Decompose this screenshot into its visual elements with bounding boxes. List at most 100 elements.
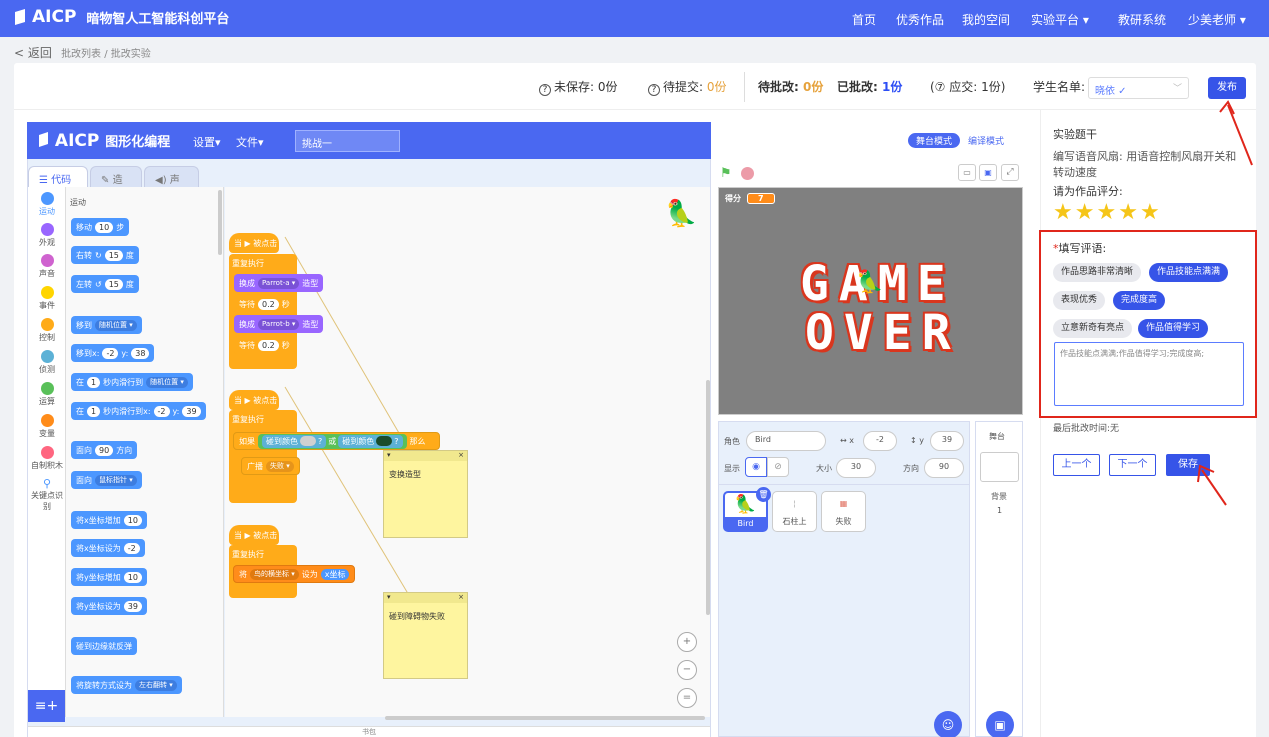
sprite-thumb-pillar[interactable]: ¦ 石柱上	[772, 491, 817, 532]
nav-research[interactable]: 教研系统	[1118, 11, 1166, 28]
comment-note-2[interactable]: ▾ × 碰到障碍物失败	[383, 592, 468, 679]
star-rating[interactable]: ★★★★★	[1053, 200, 1162, 225]
brand-logo[interactable]: AICP 暗物智人工智能科创平台	[14, 7, 229, 27]
brand-subtitle: 暗物智人工智能科创平台	[86, 11, 230, 27]
tab-sound[interactable]: ◀) 声音	[144, 166, 199, 201]
block-change-y[interactable]: 将y坐标增加 10	[71, 568, 147, 586]
category-variables[interactable]: 变量	[28, 414, 66, 439]
block-palette: 运动 移动 10 步 右转 ↻ 15 度 左转 ↺ 15 度 移到 随机位置 ▾ 移到x: -2 y:…	[66, 187, 224, 717]
block-switch-costume-a[interactable]: 换成 Parrot-a ▾ 造型	[234, 274, 324, 292]
comment-chip[interactable]: 作品思路非常清晰	[1053, 263, 1142, 282]
block-set-variable[interactable]: 将鸟的横坐标 ▾ 设为 x坐标	[233, 565, 356, 583]
hat-when-flag-1[interactable]: 当 ▶ 被点击	[229, 233, 279, 253]
block-goto-xy[interactable]: 移到x: -2 y: 38	[71, 344, 155, 362]
block-turn-right[interactable]: 右转 ↻ 15 度	[71, 246, 139, 264]
back-link[interactable]: < 返回	[14, 46, 52, 60]
category-events[interactable]: 事件	[28, 286, 66, 311]
sprite-y-input[interactable]: 39	[930, 431, 964, 451]
star-icon[interactable]: ★	[1075, 200, 1097, 225]
comment-chip-selected[interactable]: 完成度高	[1113, 291, 1166, 310]
hide-eye-icon[interactable]: ⊘	[767, 457, 789, 477]
category-operators[interactable]: 运算	[28, 382, 66, 407]
student-select[interactable]: 晓依 ✓ ﹀	[1088, 77, 1189, 99]
stop-icon[interactable]	[741, 167, 754, 180]
block-glide-xy[interactable]: 在 1 秒内滑行到x: -2 y: 39	[71, 402, 206, 420]
comment-note-1[interactable]: ▾ × 变换造型	[383, 450, 468, 538]
prev-button[interactable]: 上一个	[1053, 454, 1100, 476]
block-set-y[interactable]: 将y坐标设为 39	[71, 597, 147, 615]
settings-menu[interactable]: 设置▾	[193, 134, 221, 150]
star-icon[interactable]: ★	[1096, 200, 1118, 225]
show-eye-icon[interactable]: ◉	[745, 457, 767, 477]
block-broadcast[interactable]: 广播 失败 ▾	[241, 457, 300, 475]
tab-code[interactable]: ☰ 代码	[28, 166, 88, 188]
block-goto[interactable]: 移到 随机位置 ▾	[71, 316, 142, 334]
category-looks[interactable]: 外观	[28, 223, 66, 248]
category-control[interactable]: 控制	[28, 318, 66, 343]
next-button[interactable]: 下一个	[1109, 454, 1156, 476]
hat-when-flag-3[interactable]: 当 ▶ 被点击	[229, 525, 279, 545]
sprite-thumb-fail[interactable]: ▦ 失败	[821, 491, 866, 532]
sprite-size-input[interactable]: 30	[836, 458, 876, 478]
condition-or[interactable]: 碰到颜色? 或 碰到颜色?	[258, 433, 407, 449]
small-stage-icon[interactable]: ▭	[958, 164, 976, 181]
sprite-direction-input[interactable]: 90	[924, 458, 964, 478]
large-stage-icon[interactable]: ▣	[979, 164, 997, 181]
stage-thumbnail[interactable]	[980, 452, 1019, 482]
nav-user-menu[interactable]: 少美老师 ▾	[1188, 11, 1246, 28]
zoom-in-icon[interactable]: +	[677, 632, 697, 652]
category-motion[interactable]: 运动	[28, 192, 66, 217]
block-turn-left[interactable]: 左转 ↺ 15 度	[71, 275, 139, 293]
zoom-out-icon[interactable]: −	[677, 660, 697, 680]
block-wait-1[interactable]: 等待 0.2 秒	[234, 295, 295, 313]
delete-sprite-icon[interactable]: 🗑	[756, 487, 771, 502]
nav-my-space[interactable]: 我的空间	[962, 11, 1010, 28]
extension-icon: ≡+	[34, 698, 59, 714]
green-flag-icon[interactable]: ⚑	[720, 166, 732, 181]
star-icon[interactable]: ★	[1140, 200, 1162, 225]
block-wait-2[interactable]: 等待 0.2 秒	[234, 336, 295, 354]
extension-button[interactable]: ≡+	[28, 690, 65, 722]
hat-when-flag-2[interactable]: 当 ▶ 被点击	[229, 390, 279, 410]
zoom-reset-icon[interactable]: =	[677, 688, 697, 708]
sprite-x-input[interactable]: -2	[863, 431, 897, 451]
palette-title: 运动	[70, 198, 86, 207]
block-rotation-style[interactable]: 将旋转方式设为 左右翻转 ▾	[71, 676, 182, 694]
sprite-name-input[interactable]: Bird	[746, 431, 826, 451]
backpack-bar[interactable]: 书包	[28, 726, 710, 737]
category-sensing[interactable]: 侦测	[28, 350, 66, 375]
edit-mode-button[interactable]: 编译模式	[960, 133, 1012, 148]
star-icon[interactable]: ★	[1118, 200, 1140, 225]
category-sound[interactable]: 声音	[28, 254, 66, 279]
category-my-blocks[interactable]: 自制积木	[28, 446, 66, 471]
add-sprite-icon[interactable]: ☺	[934, 711, 962, 737]
comment-chip[interactable]: 立意新奇有亮点	[1053, 319, 1133, 338]
mode-toggle[interactable]: 舞台模式 编译模式	[906, 131, 1018, 149]
block-point-towards[interactable]: 面向 鼠标指针 ▾	[71, 471, 142, 489]
block-set-x[interactable]: 将x坐标设为 -2	[71, 539, 145, 557]
file-menu[interactable]: 文件▾	[236, 134, 264, 150]
backdrop-label: 背景	[991, 492, 1007, 501]
project-title-input[interactable]: 挑战一	[295, 130, 400, 152]
fullscreen-icon[interactable]: ⤢	[1001, 164, 1019, 181]
tab-costume[interactable]: ✎ 造型	[90, 166, 142, 201]
block-point[interactable]: 面向 90 方向	[71, 441, 138, 459]
category-keypoint[interactable]: ⚲ 关键点识别	[28, 477, 66, 512]
workspace-h-scrollbar[interactable]	[385, 716, 705, 720]
palette-scrollbar[interactable]	[218, 190, 222, 255]
block-if[interactable]: 如果 碰到颜色? 或 碰到颜色? 那么	[233, 432, 440, 450]
nav-lab-platform[interactable]: 实验平台 ▾	[1031, 11, 1089, 28]
stage-mode-button[interactable]: 舞台模式	[908, 133, 961, 148]
block-switch-costume-b[interactable]: 换成 Parrot-b ▾ 造型	[234, 315, 324, 333]
star-icon[interactable]: ★	[1053, 200, 1075, 225]
workspace-v-scrollbar[interactable]	[706, 380, 710, 615]
nav-home[interactable]: 首页	[852, 11, 876, 28]
comment-chip[interactable]: 表现优秀	[1053, 291, 1106, 310]
add-backdrop-icon[interactable]: ▣	[986, 711, 1014, 737]
block-bounce[interactable]: 碰到边缘就反弹	[71, 637, 137, 655]
block-glide[interactable]: 在 1 秒内滑行到 随机位置 ▾	[71, 373, 193, 391]
block-move[interactable]: 移动 10 步	[71, 218, 130, 236]
backdrop-count: 1	[997, 506, 1003, 515]
block-change-x[interactable]: 将x坐标增加 10	[71, 511, 147, 529]
nav-featured[interactable]: 优秀作品	[896, 11, 944, 28]
